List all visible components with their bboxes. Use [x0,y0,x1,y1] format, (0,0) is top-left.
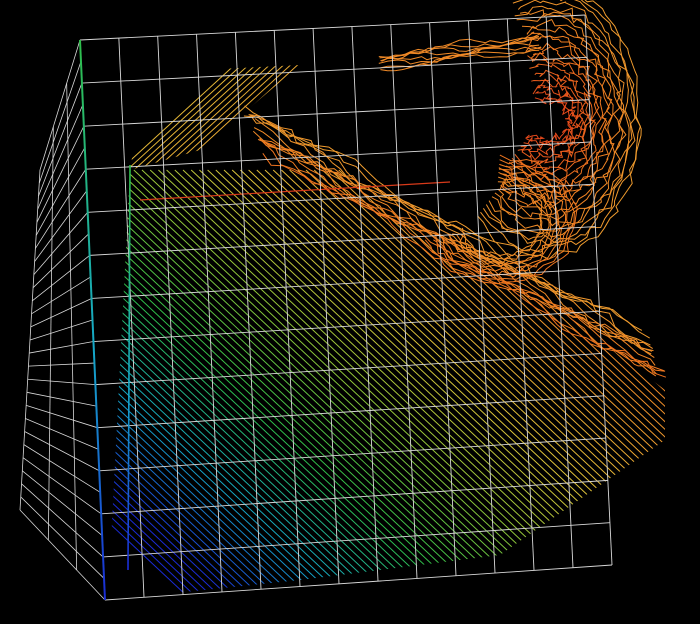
grid-line [273,30,301,587]
side-grid-line [38,61,82,184]
contour-line [576,169,665,600]
z-axis-line [79,39,106,601]
contour-line [675,170,700,610]
3d-viewport[interactable] [0,0,700,624]
contour-line [289,169,665,600]
grid-line [97,395,604,429]
contour-line [691,170,700,610]
side-grid-line [27,378,96,386]
contour-line [108,169,301,600]
side-grid-line [39,39,81,171]
side-grid-line [20,496,105,579]
side-grid-line [24,431,100,472]
side-grid-line [32,233,89,288]
contour-line [108,169,326,600]
grid-line [351,26,379,582]
peak-contour [477,0,642,260]
contour-line [510,169,665,600]
contour-line [108,169,408,600]
contour-line [108,169,432,600]
grid-line [312,28,340,584]
contour-line [305,169,665,600]
contour-line [313,169,665,600]
contour-line [108,169,236,600]
contour-line [108,169,293,600]
side-grid-line [25,418,99,450]
contour-line [617,169,665,600]
peak-contour [480,0,641,253]
contour-line [667,170,700,610]
contour-line [108,169,375,600]
side-grid-line [34,190,88,262]
contour-line [486,169,665,600]
contour-line [658,169,665,600]
side-grid-line [21,483,104,558]
contour-line [108,169,277,600]
side-grid-line [23,444,101,493]
grid-line [81,56,588,84]
side-grid-line [35,147,86,236]
side-grid-line [19,169,41,511]
contour-line [108,169,400,600]
contour-line [600,169,665,600]
contour-line [108,169,219,600]
contour-line [248,169,665,600]
side-grid-line [36,125,85,223]
ridge-contour [244,105,643,331]
contour-line [650,169,665,600]
contour-line [477,169,665,600]
peak-contour [520,78,584,161]
side-grid-line [37,104,84,210]
side-grid-line [30,298,92,328]
contour-line [633,169,665,600]
grid-line [79,14,586,41]
side-grid-line [31,276,91,315]
contour-line [584,169,665,600]
side-grid-line [38,82,83,197]
grid-line [83,99,590,127]
contour-line [140,65,262,170]
side-grid-line [26,391,97,407]
side-grid-line [32,255,90,302]
contour-line [592,169,665,600]
contour-line [371,169,665,600]
side-grid-line [28,362,95,367]
wireframe-grid [19,14,613,601]
contour-line [231,169,665,600]
contour-line [683,170,700,610]
contour-line [108,169,268,600]
side-grid-line [26,405,98,429]
contour-line [322,169,665,600]
contour-line [641,169,665,600]
contour-line [108,169,391,600]
section-cut-line [139,181,451,201]
contour-line [559,169,665,600]
contour-line [287,65,300,170]
side-grid-line [19,509,106,601]
contour-line [625,169,665,600]
side-grid-line [66,83,78,571]
contour-line [108,169,211,600]
contour-line [568,169,665,600]
contour-hatching [108,169,700,610]
side-grid-line [33,212,88,275]
terrain-scene [19,0,700,610]
grid-line [506,18,535,571]
contour-line [108,169,227,600]
side-grid-line [29,341,94,354]
contour-line [108,169,383,600]
side-grid-line [35,169,87,249]
